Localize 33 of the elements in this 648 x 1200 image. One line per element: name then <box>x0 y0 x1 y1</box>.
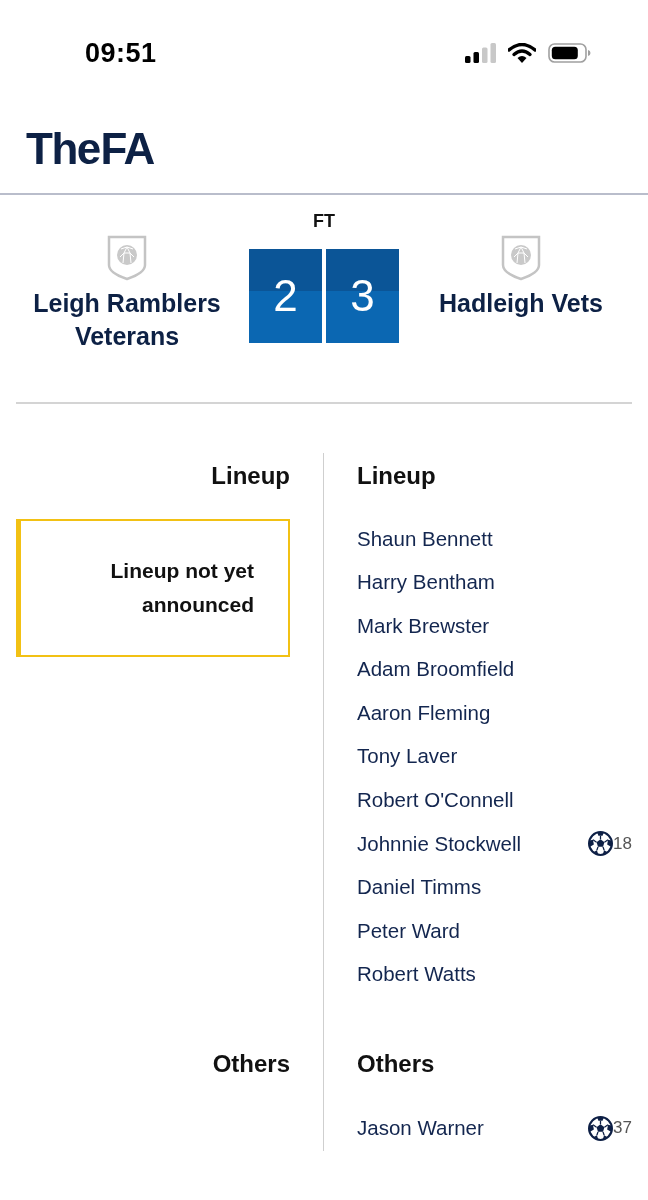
lineup-heading: Lineup <box>357 461 436 491</box>
player-name: Robert O'Connell <box>357 787 514 814</box>
player-name: Mark Brewster <box>357 612 490 639</box>
goal-time: 37 <box>613 1117 632 1140</box>
player-name: Shaun Bennett <box>357 525 493 552</box>
signal-icon <box>465 43 496 63</box>
crest-icon <box>107 235 147 281</box>
others-heading: Others <box>212 1048 290 1079</box>
player-name: Adam Broomfield <box>357 656 515 683</box>
goal-time: 18 <box>613 832 632 855</box>
player-name: Johnnie Stockwell <box>357 830 522 857</box>
player-name: Peter Ward <box>357 917 460 944</box>
score-box: 3 <box>326 249 399 343</box>
crest-icon <box>501 235 541 281</box>
player-name: Robert Watts <box>357 961 476 988</box>
score-box: 2 <box>249 249 322 343</box>
others-heading: Others <box>357 1048 435 1079</box>
player-name: Aaron Fleming <box>357 699 491 726</box>
match-status: FT <box>313 210 335 233</box>
football-icon <box>588 831 614 857</box>
wifi-icon <box>508 43 536 63</box>
logo[interactable]: The FA <box>26 125 154 173</box>
status-time: 09:51 <box>85 37 157 69</box>
player-name: Tony Laver <box>357 743 458 770</box>
lineup-heading: Lineup <box>211 461 290 491</box>
football-icon <box>588 1116 614 1141</box>
player-name: Jason Warner <box>357 1115 484 1142</box>
player-name: Daniel Timms <box>357 874 482 901</box>
notice-text: Lineup not yet announced <box>109 557 254 618</box>
team-name: Hadleigh Vets <box>439 288 603 319</box>
team-name: Leigh Ramblers Veterans <box>32 288 222 352</box>
player-name: Harry Bentham <box>357 569 495 596</box>
battery-icon <box>548 43 591 63</box>
